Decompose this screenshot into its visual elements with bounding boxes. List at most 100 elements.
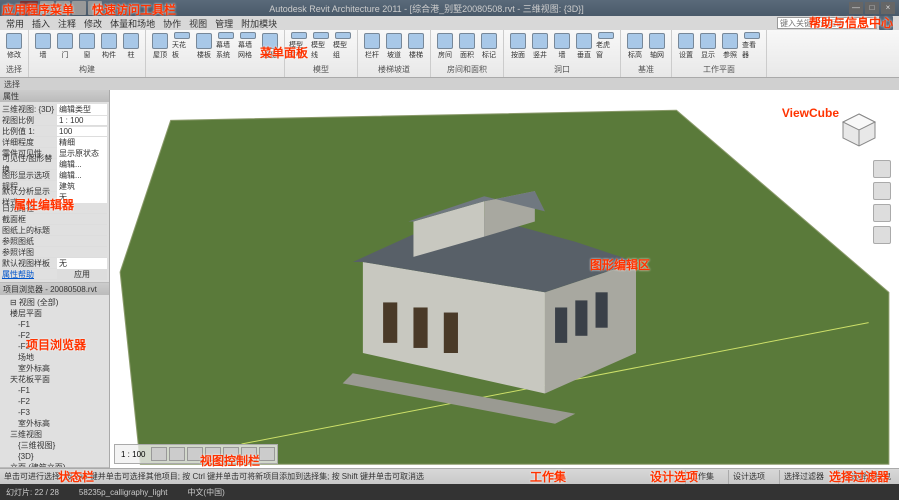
ribbon-button[interactable]: 老虎窗 <box>596 32 616 60</box>
browser-node[interactable]: -F2 <box>2 330 107 341</box>
ribbon-button[interactable]: 幕墙系统 <box>216 32 236 60</box>
steering-wheel-icon[interactable] <box>873 160 891 178</box>
ribbon-subbar: 选择 <box>0 78 899 90</box>
ribbon-button[interactable]: 模型组 <box>333 32 353 60</box>
ribbon-button[interactable]: 天花板 <box>172 32 192 60</box>
browser-node[interactable]: -F3 <box>2 407 107 418</box>
property-value[interactable]: 显示原状态 <box>57 148 107 159</box>
property-value[interactable]: 编辑... <box>57 170 107 181</box>
ribbon-button[interactable]: 构件 <box>99 32 119 60</box>
browser-node[interactable]: {3D} <box>2 451 107 462</box>
browser-node[interactable]: -F1 <box>2 319 107 330</box>
menu-item[interactable]: 管理 <box>215 17 233 30</box>
ribbon-button[interactable]: 屋顶 <box>150 32 170 60</box>
props-help-link[interactable]: 属性帮助 <box>2 269 57 280</box>
browser-node[interactable]: 立面 (建筑立面) <box>2 462 107 468</box>
ribbon-button[interactable]: 设置 <box>676 32 696 60</box>
ribbon-button[interactable]: 楼板 <box>194 32 214 60</box>
property-row: 视图比例1 : 100 <box>2 115 107 126</box>
property-value[interactable]: 精细 <box>57 137 107 148</box>
ribbon-button[interactable]: 房间 <box>435 32 455 60</box>
property-value[interactable]: 100 <box>57 127 107 136</box>
type-selector[interactable]: 三维视图: {3D} <box>2 104 57 115</box>
menu-item[interactable]: 协作 <box>163 17 181 30</box>
browser-node[interactable]: {三维视图} <box>2 440 107 451</box>
model-canvas[interactable] <box>110 90 899 472</box>
qat-redo-icon[interactable] <box>72 1 86 15</box>
ribbon-button[interactable]: 面积 <box>457 32 477 60</box>
browser-node[interactable]: -F1 <box>2 385 107 396</box>
close-button[interactable]: × <box>881 2 895 14</box>
menu-item[interactable]: 常用 <box>6 17 24 30</box>
ribbon-button[interactable]: 参照 <box>720 32 740 60</box>
crop-region-icon[interactable] <box>241 447 257 461</box>
ribbon-button[interactable]: 模型线 <box>311 32 331 60</box>
orbit-icon[interactable] <box>873 226 891 244</box>
view-scale[interactable]: 1 : 100 <box>117 447 149 461</box>
property-value[interactable]: 无 <box>57 258 107 269</box>
ribbon-button[interactable]: 查看器 <box>742 32 762 60</box>
ribbon-button[interactable]: 显示 <box>698 32 718 60</box>
crop-view-icon[interactable] <box>223 447 239 461</box>
ribbon-button[interactable]: 轴网 <box>647 32 667 60</box>
ribbon-button[interactable]: 门 <box>55 32 75 60</box>
browser-node[interactable]: 楼层平面 <box>2 308 107 319</box>
property-value[interactable]: 编辑... <box>57 159 107 170</box>
qat-print-icon[interactable] <box>88 1 102 15</box>
search-icon[interactable] <box>879 16 893 30</box>
property-value[interactable]: 1 : 100 <box>57 116 107 125</box>
property-key: 参照图纸 <box>2 236 57 247</box>
ribbon-button[interactable]: 模型文字 <box>289 32 309 60</box>
viewcube[interactable] <box>839 110 879 150</box>
ribbon-button[interactable]: 墙 <box>33 32 53 60</box>
maximize-button[interactable]: □ <box>865 2 879 14</box>
minimize-button[interactable]: — <box>849 2 863 14</box>
help-search-input[interactable] <box>777 17 877 29</box>
ribbon-button[interactable]: 墙 <box>552 32 572 60</box>
browser-node[interactable]: 三维视图 <box>2 429 107 440</box>
ribbon-button-label: 垂直 <box>577 50 591 60</box>
ribbon-button[interactable]: 修改 <box>4 32 24 60</box>
edit-type-button[interactable]: 编辑类型 <box>57 104 107 115</box>
ribbon-button[interactable]: 栏杆 <box>362 32 382 60</box>
ribbon-button[interactable]: 楼梯 <box>406 32 426 60</box>
browser-node[interactable]: ⊟ 视图 (全部) <box>2 297 107 308</box>
browser-node[interactable]: 场地 <box>2 352 107 363</box>
ribbon-button[interactable]: 坡道 <box>384 32 404 60</box>
menu-item[interactable]: 修改 <box>84 17 102 30</box>
browser-node[interactable]: 室外标高 <box>2 418 107 429</box>
ribbon-button-label: 栏杆 <box>365 50 379 60</box>
ribbon-button[interactable]: 竖井 <box>530 32 550 60</box>
menu-item[interactable]: 注释 <box>58 17 76 30</box>
detail-level-icon[interactable] <box>151 447 167 461</box>
browser-node[interactable]: 天花板平面 <box>2 374 107 385</box>
qat-undo-icon[interactable] <box>56 1 70 15</box>
menu-item[interactable]: 视图 <box>189 17 207 30</box>
pan-icon[interactable] <box>873 182 891 200</box>
qat-save-icon[interactable] <box>40 1 54 15</box>
ribbon-button[interactable]: 窗 <box>77 32 97 60</box>
ribbon-button[interactable]: 标记 <box>479 32 499 60</box>
browser-node[interactable]: -F2 <box>2 396 107 407</box>
viewport-3d[interactable]: 1 : 100 <box>110 90 899 468</box>
ribbon-button[interactable]: 柱 <box>121 32 141 60</box>
ribbon-button[interactable]: 垂直 <box>574 32 594 60</box>
menu-item[interactable]: 附加模块 <box>241 17 277 30</box>
menu-item[interactable]: 体量和场地 <box>110 17 155 30</box>
apply-button[interactable]: 应用 <box>57 269 107 280</box>
property-value[interactable]: 建筑 <box>57 181 107 192</box>
app-menu-button[interactable] <box>20 1 38 15</box>
ribbon-button[interactable]: 幕墙网格 <box>238 32 258 60</box>
browser-node[interactable]: -F3 <box>2 341 107 352</box>
property-value[interactable]: 无 <box>57 192 107 203</box>
browser-node[interactable]: 室外标高 <box>2 363 107 374</box>
zoom-icon[interactable] <box>873 204 891 222</box>
ribbon-button[interactable]: 竖梃 <box>260 32 280 60</box>
sun-path-icon[interactable] <box>187 447 203 461</box>
ribbon-button[interactable]: 按面 <box>508 32 528 60</box>
lock-3d-icon[interactable] <box>259 447 275 461</box>
visual-style-icon[interactable] <box>169 447 185 461</box>
shadows-icon[interactable] <box>205 447 221 461</box>
ribbon-button[interactable]: 标高 <box>625 32 645 60</box>
menu-item[interactable]: 插入 <box>32 17 50 30</box>
